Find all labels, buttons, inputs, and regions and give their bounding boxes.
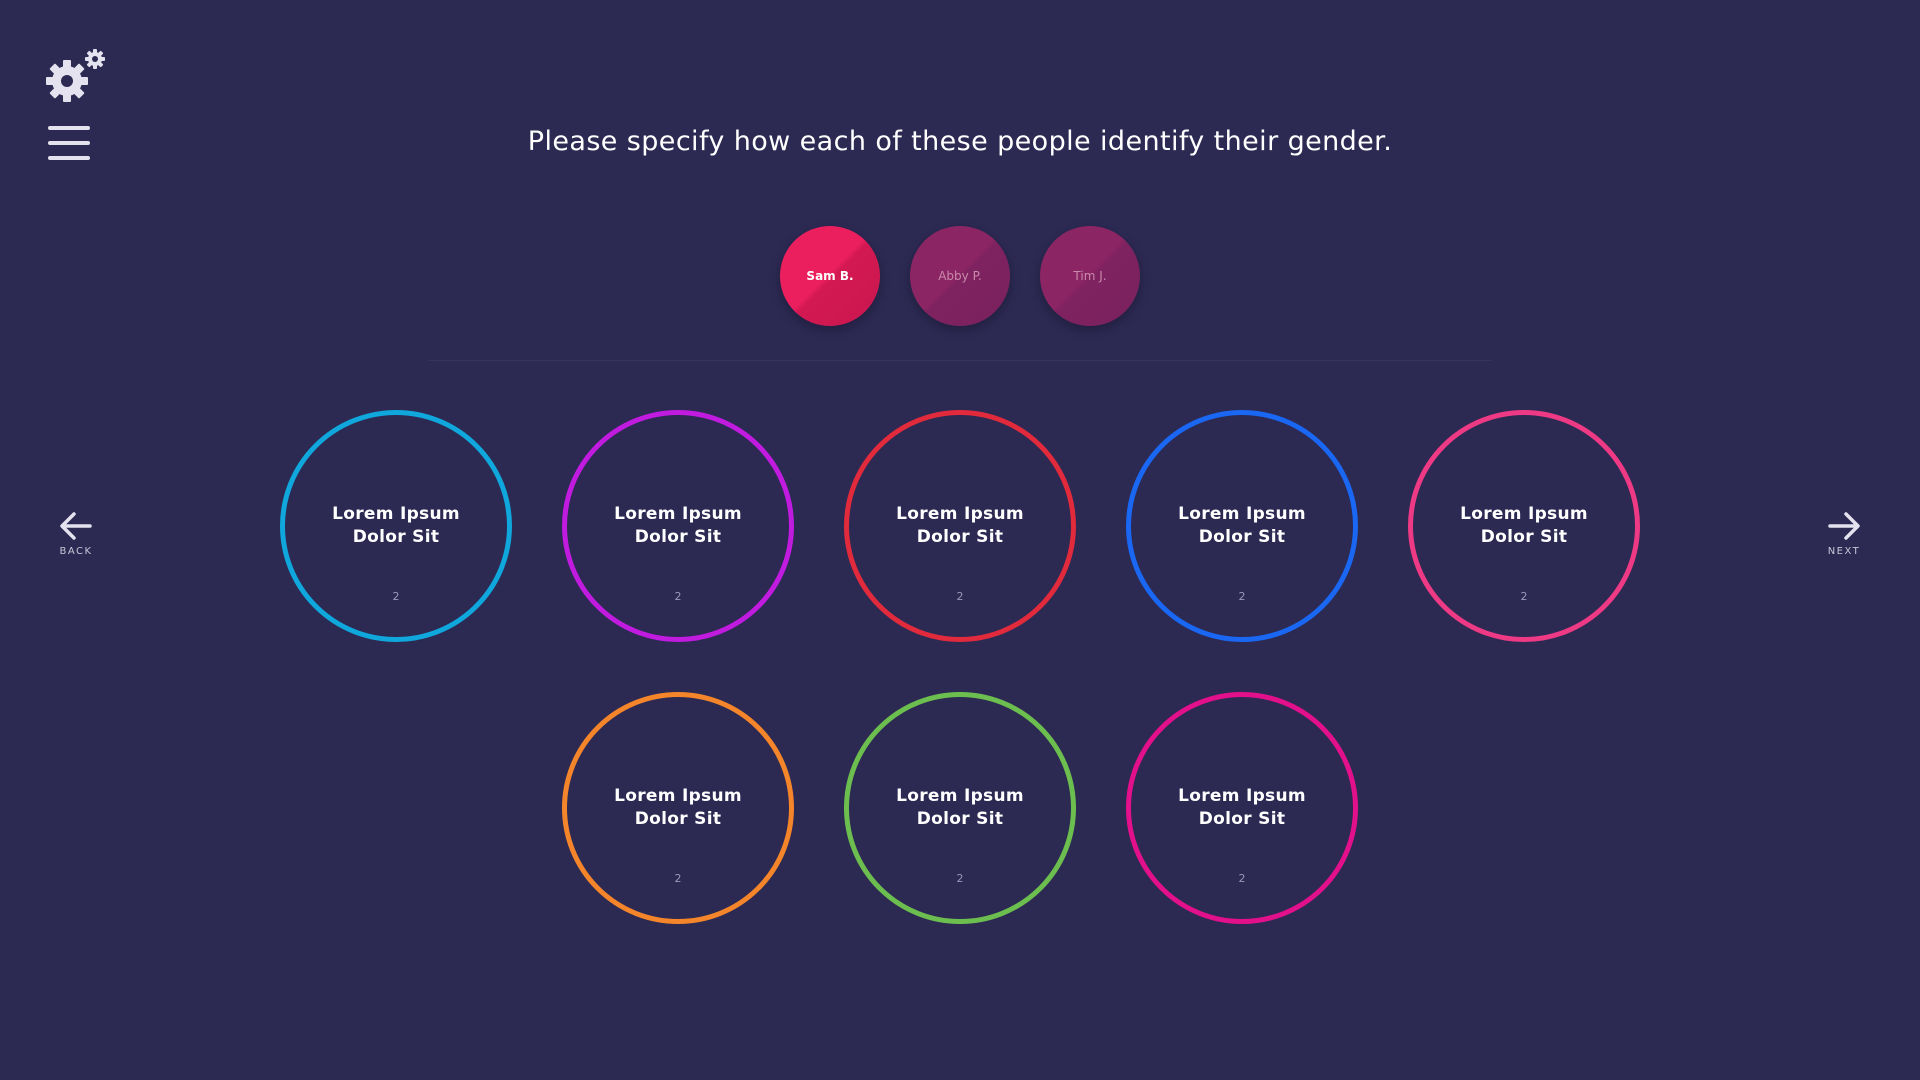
option-label: Lorem Ipsum Dolor Sit [614,504,742,547]
option-label: Lorem Ipsum Dolor Sit [1178,504,1306,547]
option-label: Lorem Ipsum Dolor Sit [332,504,460,547]
gender-option-7[interactable]: Lorem Ipsum Dolor Sit 2 [844,692,1076,924]
gender-option-2[interactable]: Lorem Ipsum Dolor Sit 2 [562,410,794,642]
option-count: 2 [674,590,682,603]
question-prompt: Please specify how each of these people … [527,126,1393,157]
option-count: 2 [674,872,682,885]
settings-gears-icon[interactable] [46,48,110,104]
option-label: Lorem Ipsum Dolor Sit [896,504,1024,547]
people-selector: Sam B. Abby P. Tim J. [0,226,1920,326]
option-label: Lorem Ipsum Dolor Sit [614,786,742,829]
person-abby[interactable]: Abby P. [910,226,1010,326]
option-label: Lorem Ipsum Dolor Sit [1460,504,1588,547]
next-button[interactable]: NEXT [1814,510,1874,557]
back-label: BACK [59,546,93,557]
person-name: Abby P. [938,269,982,283]
person-name: Sam B. [806,269,854,283]
arrow-right-icon [1828,512,1860,540]
gender-option-3[interactable]: Lorem Ipsum Dolor Sit 2 [844,410,1076,642]
option-label: Lorem Ipsum Dolor Sit [1178,786,1306,829]
option-count: 2 [956,872,964,885]
option-count: 2 [956,590,964,603]
next-label: NEXT [1827,546,1861,557]
option-count: 2 [392,590,400,603]
gender-option-6[interactable]: Lorem Ipsum Dolor Sit 2 [562,692,794,924]
person-tim[interactable]: Tim J. [1040,226,1140,326]
option-count: 2 [1520,590,1528,603]
option-count: 2 [1238,590,1246,603]
option-label: Lorem Ipsum Dolor Sit [896,786,1024,829]
divider [428,360,1492,361]
arrow-left-icon [60,512,92,540]
gender-option-1[interactable]: Lorem Ipsum Dolor Sit 2 [280,410,512,642]
gender-option-5[interactable]: Lorem Ipsum Dolor Sit 2 [1408,410,1640,642]
option-count: 2 [1238,872,1246,885]
person-sam[interactable]: Sam B. [780,226,880,326]
back-button[interactable]: BACK [46,510,106,557]
page: Please specify how each of these people … [0,0,1920,1080]
gender-option-4[interactable]: Lorem Ipsum Dolor Sit 2 [1126,410,1358,642]
person-name: Tim J. [1073,269,1107,283]
gender-option-8[interactable]: Lorem Ipsum Dolor Sit 2 [1126,692,1358,924]
